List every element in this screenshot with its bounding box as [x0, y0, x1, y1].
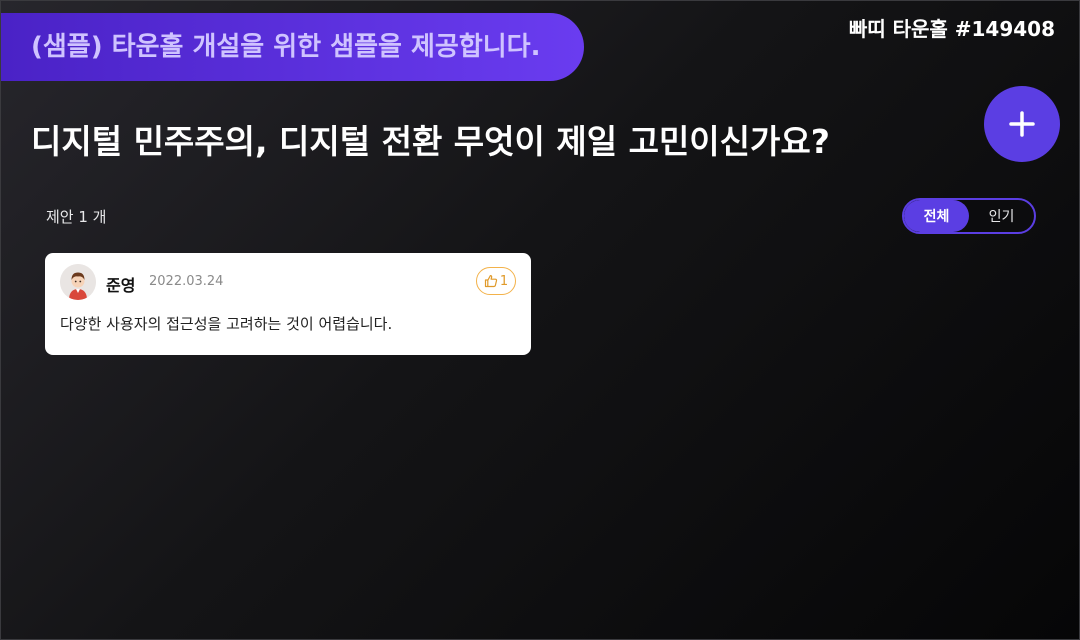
sort-toggle: 전체 인기 [902, 198, 1036, 234]
like-button[interactable]: 1 [476, 267, 516, 295]
proposal-card[interactable]: 준영 2022.03.24 1 다양한 사용자의 접근성을 고려하는 것이 어렵… [45, 253, 531, 355]
author-name: 준영 [106, 276, 136, 295]
tab-all[interactable]: 전체 [904, 200, 969, 232]
tab-popular[interactable]: 인기 [969, 200, 1034, 232]
room-label: 빠띠 타운홀 #149408 [848, 17, 1055, 41]
thumbs-up-icon [484, 275, 498, 288]
avatar [60, 264, 96, 300]
post-date: 2022.03.24 [149, 274, 224, 289]
plus-icon [1009, 111, 1035, 137]
proposal-text: 다양한 사용자의 접근성을 고려하는 것이 어렵습니다. [60, 315, 393, 333]
proposal-count: 제안 1 개 [46, 208, 107, 226]
like-count: 1 [499, 273, 509, 289]
sample-banner-text: (샘플) 타운홀 개설을 위한 샘플을 제공합니다. [31, 32, 541, 62]
question-title: 디지털 민주주의, 디지털 전환 무엇이 제일 고민이신가요? [31, 122, 830, 161]
sample-banner: (샘플) 타운홀 개설을 위한 샘플을 제공합니다. [1, 13, 584, 81]
townhall-screen: (샘플) 타운홀 개설을 위한 샘플을 제공합니다. 빠띠 타운홀 #14940… [0, 0, 1080, 640]
add-proposal-button[interactable] [984, 86, 1060, 162]
